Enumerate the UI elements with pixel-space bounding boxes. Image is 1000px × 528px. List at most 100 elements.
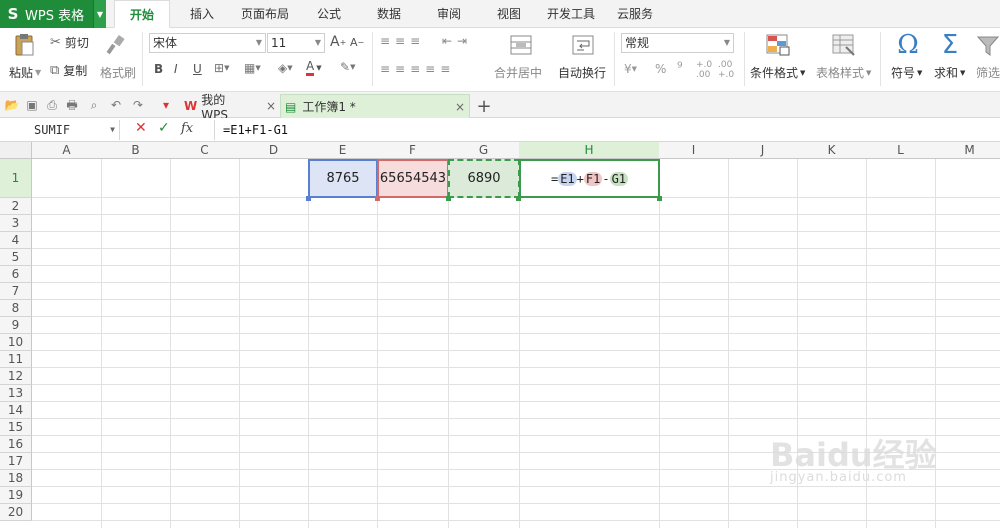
- cut-button[interactable]: ✂ 剪切: [50, 34, 89, 51]
- tab-data[interactable]: 数据: [368, 0, 410, 28]
- cell-e1[interactable]: 8765: [308, 159, 378, 198]
- close-tab-icon[interactable]: ×: [266, 99, 276, 113]
- print-preview-icon[interactable]: ⌕: [86, 97, 102, 113]
- row-header[interactable]: 16: [0, 436, 32, 453]
- spreadsheet-grid[interactable]: A B C D E F G H I J K L M 1 2 3 4 5 6 7 …: [0, 142, 1000, 528]
- column-header[interactable]: H: [519, 142, 660, 159]
- cell-h1-editing[interactable]: = E1 + F1 - G1: [519, 159, 660, 198]
- confirm-checkmark-icon[interactable]: ✓: [158, 120, 170, 136]
- undo-icon[interactable]: ↶: [108, 97, 124, 113]
- merge-center-label[interactable]: 合并居中: [494, 64, 542, 81]
- name-box[interactable]: SUMIF ▼: [2, 120, 120, 140]
- bold-button[interactable]: B: [154, 62, 163, 76]
- column-header[interactable]: M: [935, 142, 1000, 159]
- save-icon[interactable]: ▣: [24, 97, 40, 113]
- new-tab-button[interactable]: +: [474, 94, 494, 118]
- redo-icon[interactable]: ↷: [130, 97, 146, 113]
- format-painter-icon[interactable]: [104, 34, 128, 56]
- tab-view[interactable]: 视图: [488, 0, 530, 28]
- font-color-button[interactable]: A ▼: [306, 60, 322, 76]
- wrap-text-label[interactable]: 自动换行: [558, 64, 606, 81]
- tab-home[interactable]: 开始: [114, 0, 170, 28]
- column-header[interactable]: B: [101, 142, 171, 159]
- column-header[interactable]: J: [728, 142, 798, 159]
- tab-workbook1[interactable]: ▤ 工作簿1 * ×: [280, 94, 470, 118]
- font-size-select[interactable]: 11 ▼: [267, 33, 325, 53]
- clear-format-button[interactable]: ✎ ▼: [340, 60, 355, 74]
- grow-font-button[interactable]: A +: [330, 34, 346, 50]
- cell-fill-pattern-button[interactable]: ▦ ▼: [244, 61, 261, 75]
- fill-color-button[interactable]: ◈ ▼: [278, 61, 293, 75]
- column-header[interactable]: G: [448, 142, 520, 159]
- column-header[interactable]: A: [32, 142, 102, 159]
- filter-icon[interactable]: [976, 34, 1000, 58]
- tab-developer[interactable]: 开发工具: [542, 0, 600, 28]
- row-header[interactable]: 6: [0, 266, 32, 283]
- row-header[interactable]: 7: [0, 283, 32, 300]
- column-header[interactable]: F: [377, 142, 449, 159]
- row-header[interactable]: 11: [0, 351, 32, 368]
- row-header[interactable]: 5: [0, 249, 32, 266]
- tab-cloud-services[interactable]: 云服务: [612, 0, 658, 28]
- shrink-font-button[interactable]: A −: [350, 36, 364, 49]
- row-header[interactable]: 14: [0, 402, 32, 419]
- row-header[interactable]: 18: [0, 470, 32, 487]
- range-handle[interactable]: [516, 196, 521, 201]
- thousands-button[interactable]: ⁹: [677, 60, 683, 76]
- formula-input[interactable]: =E1+F1-G1: [214, 120, 998, 140]
- row-header[interactable]: 15: [0, 419, 32, 436]
- export-pdf-icon[interactable]: ⎙: [44, 97, 60, 113]
- cancel-icon[interactable]: ✕: [135, 120, 147, 136]
- row-header[interactable]: 8: [0, 300, 32, 317]
- border-button[interactable]: ⊞ ▼: [214, 61, 229, 75]
- tab-my-wps[interactable]: W 我的WPS ×: [180, 93, 276, 122]
- merge-center-icon[interactable]: [508, 32, 534, 58]
- conditional-format-icon[interactable]: [764, 32, 792, 58]
- paste-button[interactable]: 粘贴 ▼: [9, 64, 41, 81]
- horizontal-align-buttons[interactable]: ≡≡≡≡≡: [380, 62, 455, 76]
- format-painter-label[interactable]: 格式刷: [100, 64, 136, 81]
- sigma-sum-icon[interactable]: Σ: [936, 30, 964, 60]
- chevron-down-icon[interactable]: ▼: [110, 120, 115, 140]
- column-header[interactable]: D: [239, 142, 309, 159]
- row-header[interactable]: 9: [0, 317, 32, 334]
- omega-symbol-icon[interactable]: Ω: [894, 30, 922, 60]
- indent-buttons[interactable]: ⇤⇥: [442, 34, 472, 48]
- font-name-select[interactable]: 宋体 ▼: [149, 33, 266, 53]
- row-header[interactable]: 10: [0, 334, 32, 351]
- select-all-corner[interactable]: [0, 142, 32, 159]
- underline-button[interactable]: U: [193, 62, 202, 76]
- tab-formulas[interactable]: 公式: [308, 0, 350, 28]
- sum-button[interactable]: 求和 ▼: [934, 64, 965, 81]
- wrap-text-icon[interactable]: [570, 32, 596, 58]
- row-header[interactable]: 1: [0, 159, 32, 198]
- range-handle[interactable]: [446, 196, 451, 201]
- percent-button[interactable]: %: [655, 62, 666, 76]
- filter-label[interactable]: 筛选: [976, 64, 1000, 81]
- column-header[interactable]: E: [308, 142, 378, 159]
- tab-review[interactable]: 审阅: [428, 0, 470, 28]
- chevron-down-icon[interactable]: ▼: [93, 0, 106, 28]
- range-handle[interactable]: [306, 196, 311, 201]
- decrease-decimal-button[interactable]: .00 +.0: [718, 60, 734, 80]
- print-icon[interactable]: 🖶: [64, 97, 80, 113]
- increase-decimal-button[interactable]: +.0 .00: [696, 60, 712, 80]
- row-header[interactable]: 2: [0, 198, 32, 215]
- row-header[interactable]: 4: [0, 232, 32, 249]
- vertical-align-buttons[interactable]: ≡≡≡: [380, 34, 425, 48]
- row-header[interactable]: 20: [0, 504, 32, 521]
- table-style-icon[interactable]: [830, 32, 858, 58]
- cell-f1[interactable]: 65654543: [377, 159, 449, 198]
- conditional-format-button[interactable]: 条件格式 ▼: [750, 64, 805, 81]
- column-header[interactable]: K: [797, 142, 867, 159]
- row-header[interactable]: 12: [0, 368, 32, 385]
- number-format-select[interactable]: 常规 ▼: [621, 33, 734, 53]
- copy-button[interactable]: ⧉ 复制: [50, 62, 87, 79]
- currency-button[interactable]: ¥ ▼: [624, 62, 637, 76]
- row-header[interactable]: 17: [0, 453, 32, 470]
- column-header[interactable]: I: [659, 142, 729, 159]
- tab-insert[interactable]: 插入: [176, 0, 228, 28]
- open-folder-icon[interactable]: 📂: [4, 97, 20, 113]
- table-style-button[interactable]: 表格样式 ▼: [816, 64, 871, 81]
- column-header[interactable]: L: [866, 142, 936, 159]
